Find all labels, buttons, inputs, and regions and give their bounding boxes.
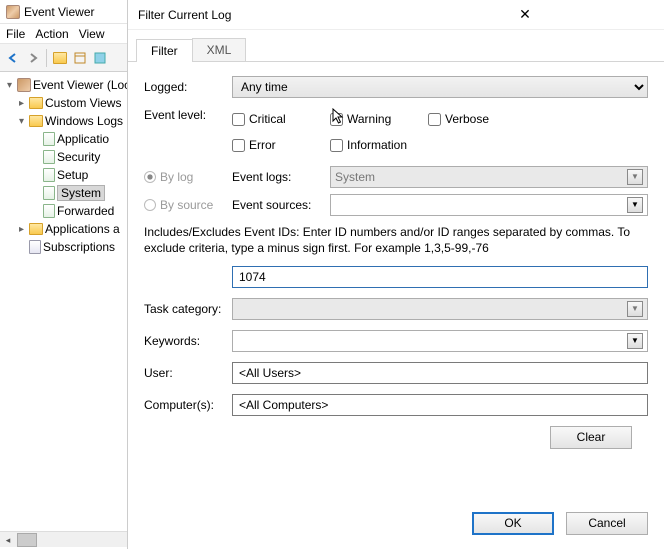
dialog-titlebar: Filter Current Log ✕ bbox=[128, 0, 664, 30]
tree-log-application[interactable]: Applicatio bbox=[57, 132, 109, 146]
logged-label: Logged: bbox=[144, 80, 232, 94]
chevron-right-icon[interactable]: ▸ bbox=[16, 98, 27, 109]
subscriptions-icon bbox=[29, 240, 41, 254]
chevron-down-icon[interactable]: ▾ bbox=[4, 80, 15, 91]
chevron-down-icon: ▼ bbox=[627, 333, 643, 349]
tab-filter[interactable]: Filter bbox=[136, 39, 193, 62]
by-log-radio: By log bbox=[144, 170, 232, 184]
cancel-button[interactable]: Cancel bbox=[566, 512, 648, 535]
event-logs-dropdown: System▼ bbox=[330, 166, 648, 188]
folder-icon bbox=[29, 97, 43, 109]
dialog-buttons: OK Cancel bbox=[128, 502, 664, 549]
filter-tab-body: Logged: Any time Event level: Critical W… bbox=[128, 62, 664, 502]
eventviewer-icon bbox=[17, 78, 31, 92]
clear-button[interactable]: Clear bbox=[550, 426, 632, 449]
event-sources-dropdown[interactable]: ▼ bbox=[330, 194, 648, 216]
event-level-label: Event level: bbox=[144, 108, 232, 122]
critical-checkbox[interactable]: Critical bbox=[232, 108, 330, 130]
chevron-down-icon[interactable]: ▾ bbox=[16, 116, 27, 127]
properties-icon[interactable] bbox=[71, 49, 89, 67]
warning-checkbox[interactable]: Warning bbox=[330, 108, 428, 130]
user-input[interactable] bbox=[232, 362, 648, 384]
log-icon bbox=[43, 132, 55, 146]
event-logs-label: Event logs: bbox=[232, 170, 330, 184]
keywords-dropdown[interactable]: ▼ bbox=[232, 330, 648, 352]
tree-applications[interactable]: Applications a bbox=[45, 222, 120, 236]
log-icon bbox=[43, 168, 55, 182]
folder-icon[interactable] bbox=[51, 49, 69, 67]
folder-icon bbox=[29, 115, 43, 127]
scroll-thumb[interactable] bbox=[17, 533, 37, 547]
chevron-down-icon: ▼ bbox=[627, 169, 643, 185]
folder-icon bbox=[29, 223, 43, 235]
tree-log-setup[interactable]: Setup bbox=[57, 168, 88, 182]
chevron-down-icon: ▼ bbox=[627, 197, 643, 213]
separator bbox=[46, 49, 47, 67]
tree-root[interactable]: Event Viewer (Loc bbox=[33, 78, 130, 92]
keywords-label: Keywords: bbox=[144, 334, 232, 348]
ok-button[interactable]: OK bbox=[472, 512, 554, 535]
task-category-dropdown: ▼ bbox=[232, 298, 648, 320]
tree-windows-logs[interactable]: Windows Logs bbox=[45, 114, 123, 128]
chevron-down-icon: ▼ bbox=[627, 301, 643, 317]
tree-log-forwarded[interactable]: Forwarded bbox=[57, 204, 114, 218]
close-button[interactable]: ✕ bbox=[396, 5, 654, 25]
log-icon bbox=[43, 186, 55, 200]
tab-strip: Filter XML bbox=[128, 36, 664, 62]
scroll-left-icon[interactable]: ◂ bbox=[1, 533, 15, 547]
event-id-help: Includes/Excludes Event IDs: Enter ID nu… bbox=[144, 224, 648, 256]
log-icon bbox=[43, 150, 55, 164]
tree-log-security[interactable]: Security bbox=[57, 150, 100, 164]
refresh-icon[interactable] bbox=[91, 49, 109, 67]
app-icon bbox=[6, 5, 20, 19]
tab-xml[interactable]: XML bbox=[192, 38, 247, 61]
log-icon bbox=[43, 204, 55, 218]
dialog-title: Filter Current Log bbox=[138, 8, 396, 22]
event-sources-label: Event sources: bbox=[232, 198, 330, 212]
information-checkbox[interactable]: Information bbox=[330, 134, 460, 156]
forward-icon[interactable] bbox=[24, 49, 42, 67]
task-category-label: Task category: bbox=[144, 302, 232, 316]
tree-log-system[interactable]: System bbox=[57, 185, 105, 201]
computers-input[interactable] bbox=[232, 394, 648, 416]
tree-subscriptions[interactable]: Subscriptions bbox=[43, 240, 115, 254]
back-icon[interactable] bbox=[4, 49, 22, 67]
verbose-checkbox[interactable]: Verbose bbox=[428, 108, 526, 130]
logged-dropdown[interactable]: Any time bbox=[232, 76, 648, 98]
tree-custom-views[interactable]: Custom Views bbox=[45, 96, 121, 110]
by-source-radio: By source bbox=[144, 198, 232, 212]
window-title: Event Viewer bbox=[24, 0, 94, 24]
menu-view[interactable]: View bbox=[79, 24, 105, 43]
computers-label: Computer(s): bbox=[144, 398, 232, 412]
event-id-input[interactable] bbox=[232, 266, 648, 288]
menu-action[interactable]: Action bbox=[35, 24, 68, 43]
filter-dialog: Filter Current Log ✕ Filter XML Logged: … bbox=[127, 0, 664, 549]
error-checkbox[interactable]: Error bbox=[232, 134, 330, 156]
user-label: User: bbox=[144, 366, 232, 380]
chevron-right-icon[interactable]: ▸ bbox=[16, 224, 27, 235]
menu-file[interactable]: File bbox=[6, 24, 25, 43]
